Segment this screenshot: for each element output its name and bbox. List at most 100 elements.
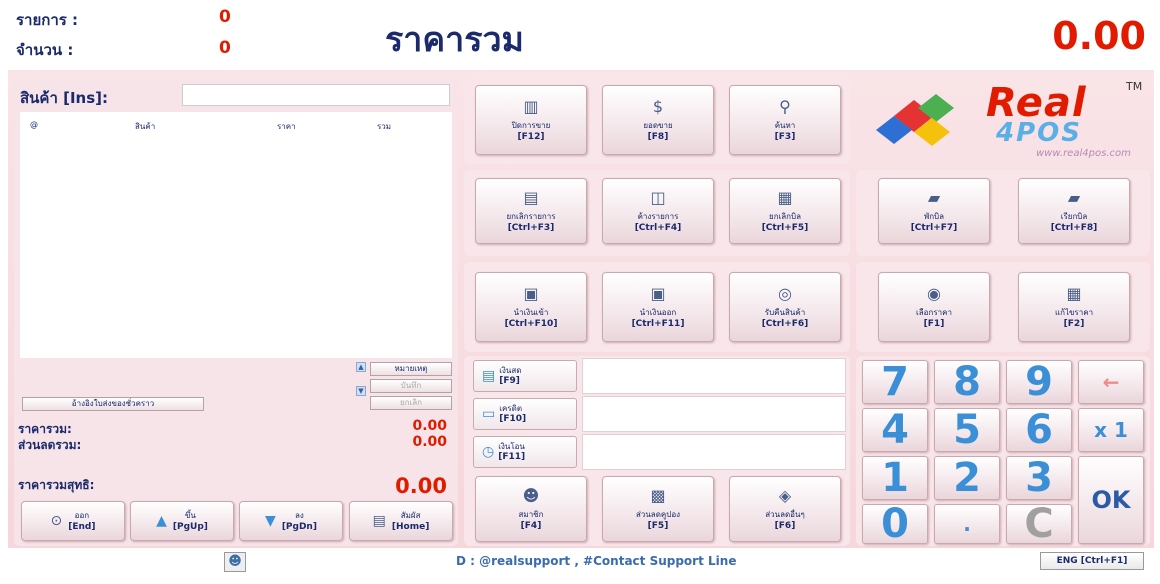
cancel-bill-label: ยกเลิกบิล [769,211,801,221]
member-key: [F4] [520,520,542,531]
recall-icon: ▰ [1067,187,1081,207]
touch-button[interactable]: ▤ สัมผัส [Home] [349,501,453,541]
sales-label: ยอดขาย [643,120,673,130]
sales-button[interactable]: $ ยอดขาย [F8] [602,85,714,155]
backspace-button[interactable]: ← [1078,360,1144,404]
key-dot[interactable]: . [934,504,1000,544]
member-button[interactable]: ☻ สมาชิก [F4] [475,476,587,542]
exit-icon: ⊙ [50,513,63,529]
member-label: สมาชิก [518,509,544,519]
ok-button[interactable]: OK [1078,456,1144,544]
coupon-label: ส่วนลดคูปอง [635,509,681,519]
cash-out-button[interactable]: ▣ นำเงินออก [Ctrl+F11] [602,272,714,342]
transfer-icon: ◷ [482,444,495,460]
multiply-button[interactable]: x 1 [1078,408,1144,452]
search-label: ค้นหา [774,120,796,130]
money-icon: $ [652,96,664,116]
touch-label: สัมผัส [400,510,421,520]
page-up-key: [PgUp] [172,521,208,532]
page-down-button[interactable]: ▼ ลง [PgDn] [239,501,343,541]
cash-icon: ▤ [482,368,496,384]
credit-button[interactable]: ▭ เครดิต [F10] [473,398,577,430]
close-sale-label: ปิดการขาย [511,120,551,130]
discount-label: ส่วนลดรวม: [18,438,82,452]
search-icon: ⚲ [779,96,791,116]
exit-button[interactable]: ⊙ ออก [End] [21,501,125,541]
transfer-button[interactable]: ◷ เงินโอน [F11] [473,436,577,468]
cash-out-key: [Ctrl+F11] [631,318,685,329]
scroll-down-icon[interactable]: ▼ [356,386,366,396]
qty-count: 0 [219,38,231,58]
cash-button[interactable]: ▤ เงินสด [F9] [473,360,577,392]
key-1[interactable]: 1 [862,455,928,501]
edit-price-button[interactable]: ▦ แก้ไขราคา [F2] [1018,272,1130,342]
cash-in-key: [Ctrl+F10] [504,318,558,329]
key-6[interactable]: 6 [1006,407,1072,453]
transfer-key: [F11] [498,452,526,462]
page-up-button[interactable]: ▲ ขึ้น [PgUp] [130,501,234,541]
product-list[interactable]: @ สินค้า ราคา รวม [20,112,452,358]
product-input[interactable] [182,84,450,106]
exit-key: [End] [68,521,96,532]
key-7[interactable]: 7 [862,359,928,405]
suspend-bill-button[interactable]: ▰ พักบิล [Ctrl+F7] [878,178,990,244]
sales-key: [F8] [647,131,669,142]
key-4[interactable]: 4 [862,407,928,453]
search-key: [F3] [774,131,796,142]
ref-delivery-button[interactable]: อ้างอิงใบส่งของชั่วคราว [22,397,204,411]
hold-item-button[interactable]: ◫ ค้างรายการ [Ctrl+F4] [602,178,714,244]
return-goods-button[interactable]: ◎ รับคืนสินค้า [Ctrl+F6] [729,272,841,342]
recall-bill-label: เรียกบิล [1060,211,1088,221]
cash-in-button[interactable]: ▣ นำเงินเข้า [Ctrl+F10] [475,272,587,342]
clear-button[interactable]: C [1006,501,1072,547]
col-total: รวม [377,122,392,131]
other-discount-button[interactable]: ◈ ส่วนลดอื่นๆ [F6] [729,476,841,542]
cancel-item-icon: ▤ [523,187,539,207]
support-text: D : @realsupport , #Contact Support Line [456,554,737,568]
language-button[interactable]: ENG [Ctrl+F1] [1040,552,1144,570]
credit-key: [F10] [499,414,527,424]
cancel-item-button[interactable]: ▤ ยกเลิกรายการ [Ctrl+F3] [475,178,587,244]
coupon-button[interactable]: ▩ ส่วนลดคูปอง [F5] [602,476,714,542]
folder-icon: ▰ [927,187,941,207]
key-3[interactable]: 3 [1006,455,1072,501]
key-5[interactable]: 5 [934,407,1000,453]
select-price-button[interactable]: ◉ เลือกราคา [F1] [878,272,990,342]
col-at: @ [30,120,38,129]
suspend-bill-key: [Ctrl+F7] [910,222,958,233]
cancel-note-button[interactable]: ยกเลิก [370,396,452,410]
close-sale-button[interactable]: ▥ ปิดการขาย [F12] [475,85,587,155]
transfer-field[interactable] [582,434,846,470]
hold-item-label: ค้างรายการ [637,211,679,221]
key-0[interactable]: 0 [862,501,928,547]
edit-price-key: [F2] [1063,318,1085,329]
exit-label: ออก [74,510,90,520]
cancel-bill-button[interactable]: ▦ ยกเลิกบิล [Ctrl+F5] [729,178,841,244]
credit-field[interactable] [582,396,846,432]
coupon-icon: ▩ [650,485,666,505]
member-icon: ☻ [522,485,540,505]
net-label: ราคารวมสุทธิ: [18,478,95,492]
other-discount-label: ส่วนลดอื่นๆ [765,509,805,519]
logo-diamonds-icon [876,94,954,146]
cash-field[interactable] [582,358,846,394]
other-discount-key: [F6] [774,520,796,531]
scroll-up-icon[interactable]: ▲ [356,362,366,372]
col-price: ราคา [277,122,296,131]
net-value: 0.00 [395,474,447,498]
key-2[interactable]: 2 [934,455,1000,501]
key-8[interactable]: 8 [934,359,1000,405]
save-button[interactable]: บันทึก [370,379,452,393]
subtotal-value: 0.00 [412,418,447,434]
product-label: สินค้า [Ins]: [20,89,108,107]
key-9[interactable]: 9 [1006,359,1072,405]
user-icon[interactable]: ☻ [224,552,246,572]
note-button[interactable]: หมายเหตุ [370,362,452,376]
recall-bill-button[interactable]: ▰ เรียกบิล [Ctrl+F8] [1018,178,1130,244]
printer-in-icon: ▣ [523,283,539,303]
search-button[interactable]: ⚲ ค้นหา [F3] [729,85,841,155]
items-count: 0 [219,7,231,27]
return-goods-label: รับคืนสินค้า [764,307,806,317]
return-goods-key: [Ctrl+F6] [761,318,809,329]
radio-icon: ◉ [927,283,941,303]
